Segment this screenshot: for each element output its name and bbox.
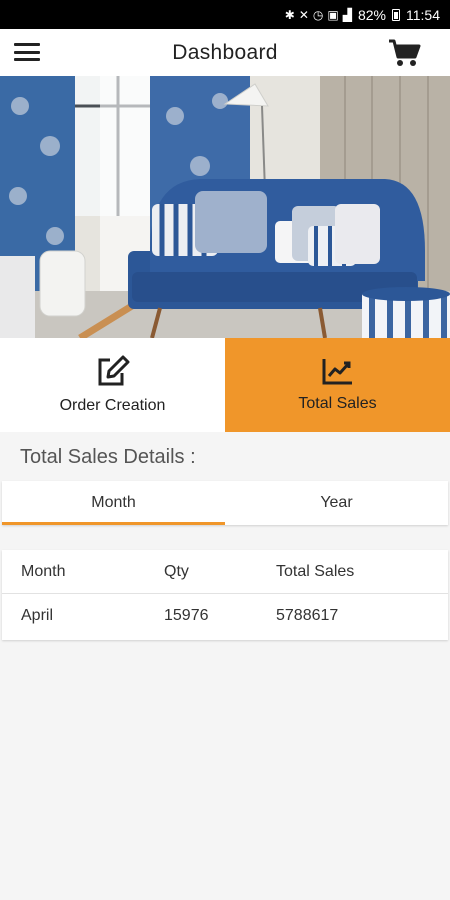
status-icons: ✱ ✕ ◷ ▣ ▟ (285, 8, 352, 22)
battery-icon (392, 8, 400, 21)
nfc-icon: ▣ (327, 7, 339, 22)
period-tabs: Month Year (2, 481, 448, 525)
order-creation-tab[interactable]: Order Creation (0, 338, 225, 432)
column-header-qty: Qty (164, 562, 189, 580)
status-bar: ✱ ✕ ◷ ▣ ▟ 82% 11:54 (0, 0, 450, 29)
hero-image (0, 76, 450, 338)
column-header-month: Month (21, 562, 66, 580)
sales-table: Month Qty Total Sales April 15976 578861… (2, 550, 448, 640)
signal-icon: ▟ (342, 7, 352, 22)
main-tabs: Order Creation Total Sales (0, 338, 450, 432)
tab-month[interactable]: Month (2, 481, 225, 525)
table-header: Month Qty Total Sales (2, 550, 448, 594)
order-creation-label: Order Creation (59, 397, 166, 414)
total-sales-label: Total Sales (298, 395, 377, 412)
total-sales-tab[interactable]: Total Sales (225, 338, 450, 432)
table-row: April 15976 5788617 (2, 594, 448, 638)
page-title: Dashboard (172, 40, 278, 64)
hamburger-menu-icon[interactable] (14, 41, 40, 63)
mute-icon: ✕ (298, 7, 309, 22)
alarm-icon: ◷ (312, 7, 324, 22)
column-header-total-sales: Total Sales (276, 562, 355, 580)
tab-year[interactable]: Year (225, 481, 448, 525)
cell-total-sales: 5788617 (276, 607, 339, 624)
clock: 11:54 (406, 6, 440, 23)
cell-month: April (21, 607, 54, 624)
battery-percent: 82% (357, 6, 386, 23)
app-bar: Dashboard (0, 29, 450, 76)
chart-trend-icon (322, 359, 352, 385)
bluetooth-icon: ✱ (284, 7, 295, 22)
sofa-living-room-illustration (0, 76, 450, 338)
shopping-cart-icon[interactable] (388, 38, 422, 68)
cell-qty: 15976 (164, 607, 209, 624)
edit-icon (98, 355, 129, 386)
section-title: Total Sales Details : (20, 446, 196, 468)
